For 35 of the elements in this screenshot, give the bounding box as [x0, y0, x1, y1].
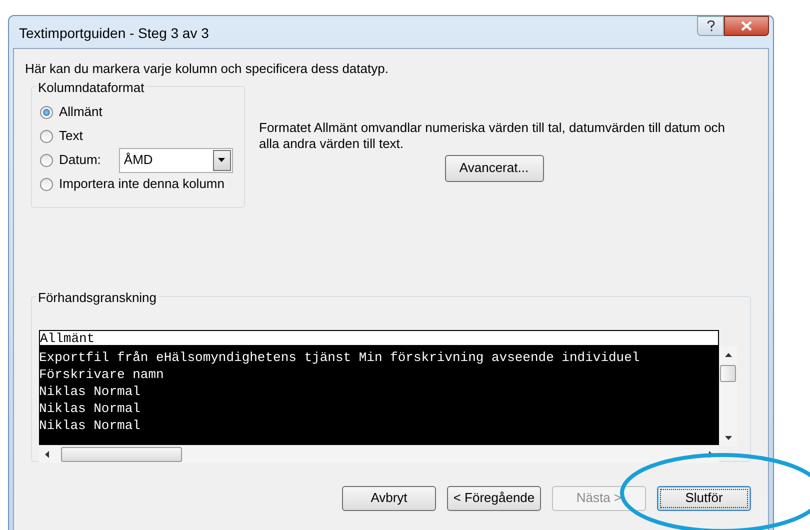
preview-row-text: Niklas Normal [39, 416, 142, 434]
preview-row-text: Exportfil från eHälsomyndighetens tjänst Min förskrivning avseende individuel [39, 348, 641, 366]
dialog-button[interactable]: Avbryt [342, 486, 436, 510]
dialog-button[interactable]: Slutför [657, 486, 751, 510]
radio-button[interactable] [40, 154, 53, 166]
help-icon [706, 20, 714, 32]
vertical-scrollbar[interactable] [719, 346, 737, 446]
radio-label: Datum: [59, 151, 101, 170]
radio-button[interactable] [40, 130, 53, 142]
preview-row-text: Niklas Normal [39, 400, 142, 416]
preview-row-text: Förskrivare namn [39, 366, 165, 382]
date-format-dropdown[interactable]: ÅMD [118, 148, 233, 172]
radio-label: Allmänt [59, 103, 102, 122]
scroll-down-icon [724, 436, 732, 440]
radio-button[interactable] [40, 178, 53, 190]
scroll-thumb[interactable] [720, 364, 736, 382]
radio-label: Text [59, 127, 83, 146]
scroll-left-icon [45, 450, 49, 458]
radio-label: Importera inte denna kolumn [59, 175, 224, 194]
scroll-right-icon [709, 450, 713, 458]
help-button[interactable] [697, 16, 724, 36]
horizontal-scrollbar[interactable] [39, 446, 719, 462]
radio-button[interactable] [40, 106, 53, 118]
preview-row-text: Niklas Normal [39, 382, 142, 400]
advanced-button[interactable]: Avancerat... [444, 154, 544, 182]
window-title: Textimportguiden - Steg 3 av 3 [19, 24, 209, 43]
close-button[interactable] [724, 16, 769, 36]
dialog-button[interactable]: < Föregående [447, 486, 541, 510]
scroll-thumb[interactable] [61, 446, 182, 462]
dropdown-arrow-icon [218, 158, 226, 162]
column-header[interactable]: Allmänt [39, 330, 719, 346]
close-icon [741, 21, 752, 31]
scroll-up-icon [724, 352, 732, 356]
format-description: Formatet Allmänt omvandlar numeriska värden till tal, datumvärden till datum och alla andra värden till text. [259, 120, 726, 152]
intro-text: Här kan du markera varje kolumn och specificera dess datatyp. [25, 60, 390, 78]
